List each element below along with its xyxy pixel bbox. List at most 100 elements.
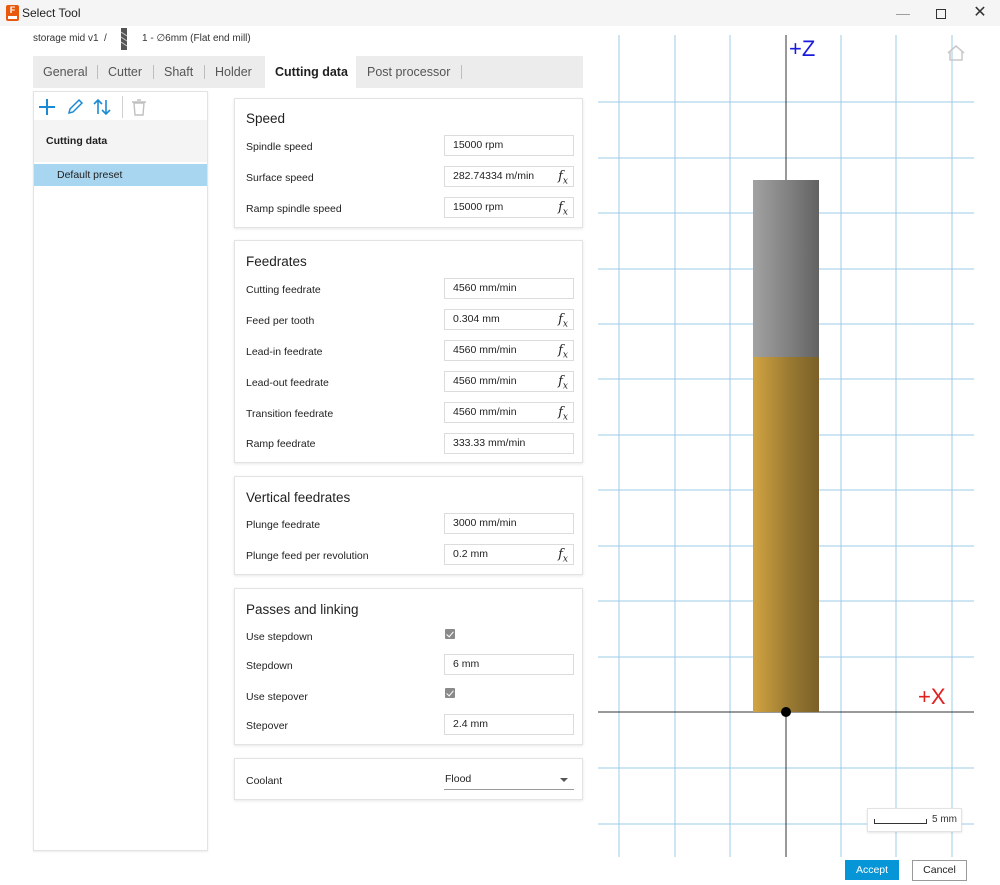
spindle-speed-label: Spindle speed: [246, 141, 313, 153]
minimize-button[interactable]: —: [883, 0, 923, 26]
tool-holder-shape: [753, 180, 819, 357]
lead-in-feedrate-label: Lead-in feedrate: [246, 346, 323, 358]
plunge-feed-per-revolution-input[interactable]: 0.2 mm fx: [444, 544, 574, 565]
passes-linking-title: Passes and linking: [246, 602, 359, 617]
transition-feedrate-label: Transition feedrate: [246, 408, 334, 420]
z-axis-label: +Z: [789, 36, 816, 61]
tab-divider: [461, 65, 462, 79]
coolant-card: Coolant Flood: [234, 758, 583, 800]
cutting-feedrate-label: Cutting feedrate: [246, 284, 321, 296]
use-stepdown-label: Use stepdown: [246, 631, 313, 643]
chevron-down-icon: [560, 778, 568, 782]
stepover-label: Stepover: [246, 720, 289, 732]
close-button[interactable]: ✕: [960, 0, 1000, 26]
stepover-input[interactable]: 2.4 mm: [444, 714, 574, 735]
tab-divider: [97, 65, 98, 79]
breadcrumb-tool: 1 - ∅6mm (Flat end mill): [142, 33, 251, 44]
breadcrumb-document[interactable]: storage mid v1: [33, 33, 99, 44]
preset-item-label: Default preset: [57, 169, 123, 181]
lead-out-feedrate-label: Lead-out feedrate: [246, 377, 329, 389]
tab-cutter[interactable]: Cutter: [108, 56, 142, 88]
cutting-feedrate-input[interactable]: 4560 mm/min: [444, 278, 574, 299]
scale-bar: [874, 819, 927, 824]
vertical-feedrates-title: Vertical feedrates: [246, 490, 351, 505]
preset-list-header: Cutting data: [34, 120, 207, 162]
ramp-spindle-speed-value: 15000 rpm: [453, 201, 504, 213]
use-stepover-checkbox[interactable]: [445, 688, 455, 698]
passes-linking-card: Passes and linking Use stepdown Stepdown…: [234, 588, 583, 745]
formula-icon[interactable]: fx: [558, 310, 568, 335]
home-icon[interactable]: [946, 44, 966, 62]
formula-icon[interactable]: fx: [558, 341, 568, 366]
tab-general[interactable]: General: [43, 56, 87, 88]
transition-feedrate-input[interactable]: 4560 mm/min fx: [444, 402, 574, 423]
tab-divider: [153, 65, 154, 79]
formula-icon[interactable]: fx: [558, 545, 568, 570]
lead-in-feedrate-value: 4560 mm/min: [453, 344, 517, 356]
plunge-feedrate-label: Plunge feedrate: [246, 519, 321, 531]
speed-title: Speed: [246, 111, 286, 126]
use-stepover-label: Use stepover: [246, 691, 308, 703]
tool-cutter-shape: [753, 357, 819, 712]
plunge-feed-per-revolution-value: 0.2 mm: [453, 548, 489, 560]
tool-preview-viewport[interactable]: [598, 35, 974, 857]
plunge-feed-per-revolution-label: Plunge feed per revolution: [246, 550, 369, 562]
delete-icon[interactable]: [129, 97, 149, 117]
tab-holder[interactable]: Holder: [215, 56, 252, 88]
lead-out-feedrate-value: 4560 mm/min: [453, 375, 517, 387]
tab-post-processor[interactable]: Post processor: [367, 56, 450, 88]
coolant-select[interactable]: Flood: [444, 770, 574, 790]
surface-speed-input[interactable]: 282.74334 m/min fx: [444, 166, 574, 187]
ramp-feedrate-label: Ramp feedrate: [246, 438, 316, 450]
surface-speed-label: Surface speed: [246, 172, 314, 184]
ramp-spindle-speed-label: Ramp spindle speed: [246, 203, 342, 215]
transition-feedrate-value: 4560 mm/min: [453, 406, 517, 418]
maximize-button[interactable]: [921, 0, 961, 26]
feedrates-title: Feedrates: [246, 254, 307, 269]
end-mill-icon: [120, 28, 128, 50]
tab-bar: General Cutter Shaft Holder Cutting data…: [33, 56, 583, 88]
lead-out-feedrate-input[interactable]: 4560 mm/min fx: [444, 371, 574, 392]
cancel-button[interactable]: Cancel: [912, 860, 967, 881]
app-icon: F: [6, 5, 19, 21]
toolbar-divider: [122, 96, 123, 118]
feed-per-tooth-value: 0.304 mm: [453, 313, 500, 325]
preset-list-title: Cutting data: [46, 135, 108, 147]
preset-panel: Cutting data Default preset: [33, 91, 208, 851]
ramp-feedrate-input[interactable]: 333.33 mm/min: [444, 433, 574, 454]
tab-shaft[interactable]: Shaft: [164, 56, 193, 88]
speed-card: Speed Spindle speed 15000 rpm Surface sp…: [234, 98, 583, 228]
window-title: Select Tool: [22, 6, 81, 20]
formula-icon[interactable]: fx: [558, 372, 568, 397]
formula-icon[interactable]: fx: [558, 403, 568, 428]
feedrates-card: Feedrates Cutting feedrate 4560 mm/min F…: [234, 240, 583, 463]
scale-indicator: 5 mm: [867, 808, 962, 832]
add-icon[interactable]: [37, 97, 57, 117]
x-axis-label: +X: [918, 684, 946, 709]
formula-icon[interactable]: fx: [558, 198, 568, 223]
preview-canvas: [598, 35, 974, 857]
stepdown-input[interactable]: 6 mm: [444, 654, 574, 675]
formula-icon[interactable]: fx: [558, 167, 568, 192]
tab-divider: [204, 65, 205, 79]
scale-label: 5 mm: [932, 814, 957, 825]
accept-button[interactable]: Accept: [845, 860, 899, 880]
lead-in-feedrate-input[interactable]: 4560 mm/min fx: [444, 340, 574, 361]
coolant-value: Flood: [445, 773, 472, 785]
preset-item-default[interactable]: Default preset: [34, 164, 207, 186]
tab-cutting-data[interactable]: Cutting data: [265, 56, 356, 88]
plunge-feedrate-input[interactable]: 3000 mm/min: [444, 513, 574, 534]
coolant-label: Coolant: [246, 775, 283, 787]
ramp-spindle-speed-input[interactable]: 15000 rpm fx: [444, 197, 574, 218]
sort-icon[interactable]: [92, 97, 112, 117]
stepdown-label: Stepdown: [246, 660, 293, 672]
feed-per-tooth-input[interactable]: 0.304 mm fx: [444, 309, 574, 330]
title-bar: F Select Tool — ✕: [0, 0, 1000, 26]
origin-point: [781, 707, 791, 717]
maximize-icon: [936, 9, 946, 20]
use-stepdown-checkbox[interactable]: [445, 629, 455, 639]
feed-per-tooth-label: Feed per tooth: [246, 315, 315, 327]
spindle-speed-input[interactable]: 15000 rpm: [444, 135, 574, 156]
edit-icon[interactable]: [65, 97, 85, 117]
breadcrumb-separator: /: [104, 33, 107, 44]
